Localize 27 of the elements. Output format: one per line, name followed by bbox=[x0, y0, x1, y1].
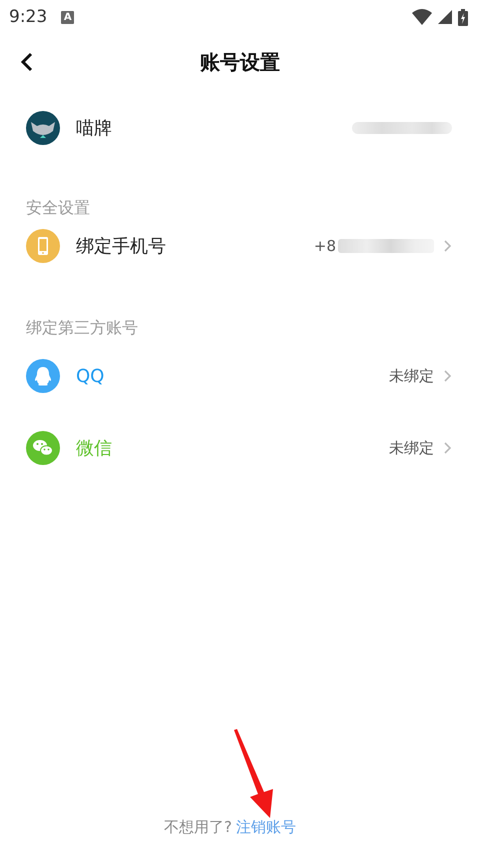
penguin-icon bbox=[26, 359, 60, 393]
notification-icon: A bbox=[61, 10, 74, 24]
row-label: 绑定手机号 bbox=[76, 235, 166, 258]
account-row[interactable]: 绑定手机号 +8 bbox=[0, 220, 480, 272]
phone-icon bbox=[26, 229, 60, 263]
chat-bubbles-icon bbox=[26, 431, 60, 465]
row-label: QQ bbox=[76, 366, 104, 386]
signal-icon bbox=[438, 10, 452, 24]
status-time: 9:23 bbox=[9, 7, 48, 27]
account-row[interactable]: 微信 未绑定 bbox=[0, 412, 480, 484]
footer-question: 不想用了? bbox=[164, 818, 232, 836]
wifi-icon bbox=[412, 9, 432, 25]
page-title: 账号设置 bbox=[200, 48, 280, 76]
account-row[interactable]: QQ 未绑定 bbox=[0, 340, 480, 412]
chevron-right-icon bbox=[442, 369, 452, 383]
section-header: 绑定第三方账号 bbox=[25, 316, 139, 338]
row-value: 未绑定 bbox=[389, 438, 434, 458]
row-value: +8 bbox=[314, 237, 336, 255]
chevron-right-icon bbox=[442, 441, 452, 455]
battery-icon bbox=[458, 8, 468, 26]
row-value: 未绑定 bbox=[389, 366, 434, 386]
profile-name: 喵牌 bbox=[76, 117, 112, 140]
section-header: 安全设置 bbox=[25, 196, 91, 218]
row-label: 微信 bbox=[76, 437, 112, 460]
chevron-right-icon bbox=[442, 239, 452, 253]
profile-row[interactable]: 喵牌 bbox=[0, 90, 480, 166]
avatar-icon bbox=[26, 111, 60, 145]
